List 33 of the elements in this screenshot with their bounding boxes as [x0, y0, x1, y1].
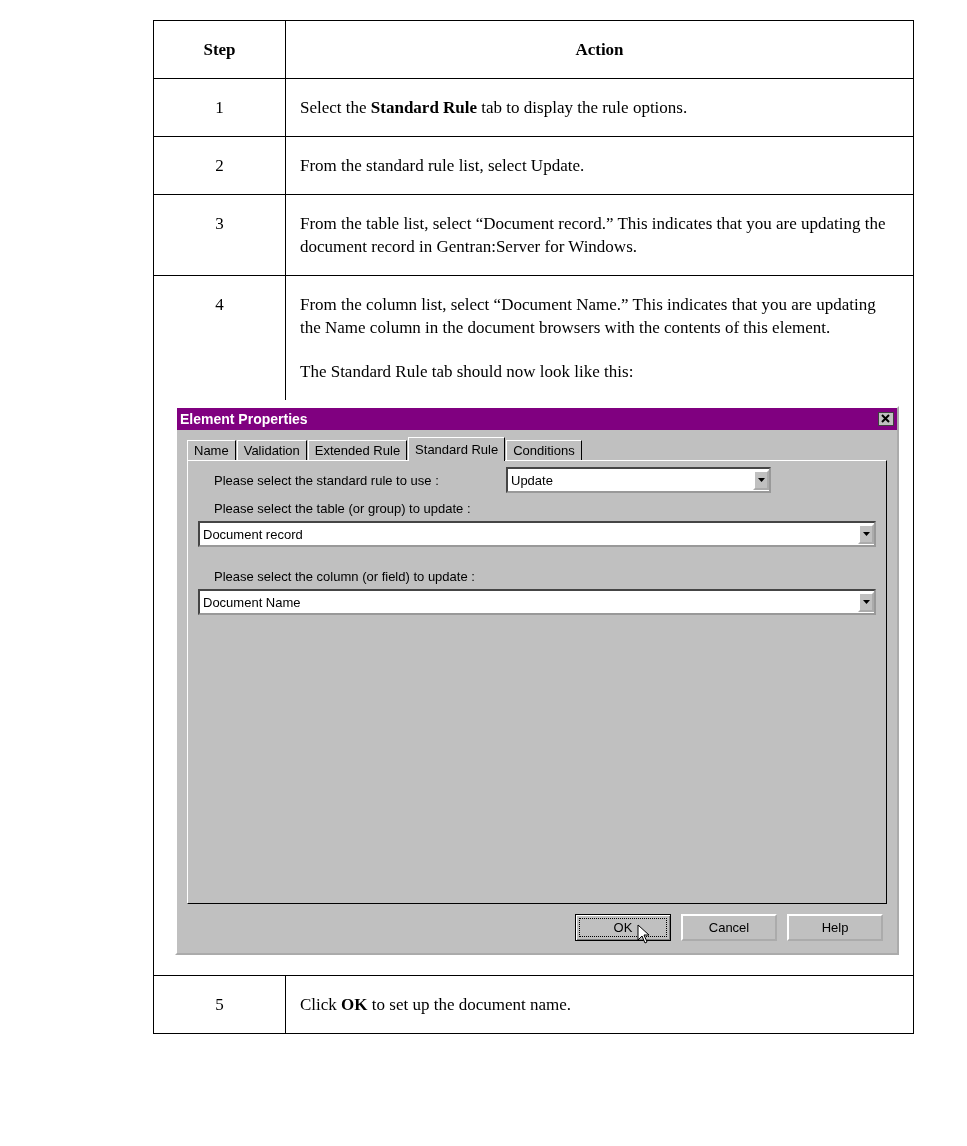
step-number: 5: [154, 976, 286, 1034]
field-label: Please select the table (or group) to update :: [214, 501, 472, 516]
tab[interactable]: Conditions: [506, 440, 582, 460]
dropdown-arrow-icon: [757, 478, 765, 482]
column-header: Step: [154, 21, 286, 79]
step-text: Select the Standard Rule tab to display the rule options.: [300, 97, 689, 119]
tab[interactable]: Standard Rule: [408, 437, 506, 461]
step-number: 4: [154, 276, 286, 400]
close-icon[interactable]: [878, 412, 894, 426]
step-number: 1: [154, 79, 286, 137]
caption-text: The Standard Rule tab should now look like this:: [300, 361, 635, 383]
step-text: From the column list, select “Document Name.” This indicates that you are updating the Name column in the document browsers with the contents of this element.: [300, 294, 877, 339]
field-label: Please select the standard rule to use :: [214, 472, 440, 488]
field-label: Please select the column (or field) to update :: [214, 569, 476, 584]
dropdown-field[interactable]: Document Name: [198, 589, 876, 615]
tab[interactable]: Name: [187, 440, 236, 460]
dialog-button[interactable]: Cancel: [681, 914, 777, 941]
mouse-pointer-icon: [637, 924, 651, 945]
dropdown-field[interactable]: Document record: [198, 521, 876, 547]
tab[interactable]: Extended Rule: [307, 440, 408, 460]
column-header: Action: [286, 21, 914, 79]
tab[interactable]: Validation: [236, 440, 307, 460]
window-title: Element Properties: [180, 411, 308, 427]
step-text: Click OK to set up the document name.: [300, 994, 573, 1016]
step-text: From the standard rule list, select Update.: [300, 155, 586, 177]
step-number: 3: [154, 195, 286, 276]
step-text: From the table list, select “Document record.” This indicates that you are updating the document record in Gentran:Server for Windows.: [300, 213, 887, 258]
dropdown-arrow-icon: [862, 532, 870, 536]
step-number: 2: [154, 137, 286, 195]
dialog-button[interactable]: Help: [787, 914, 883, 941]
dialog-button[interactable]: OK: [575, 914, 671, 941]
dropdown-arrow-icon: [862, 600, 870, 604]
dropdown-field[interactable]: Update: [506, 467, 771, 493]
